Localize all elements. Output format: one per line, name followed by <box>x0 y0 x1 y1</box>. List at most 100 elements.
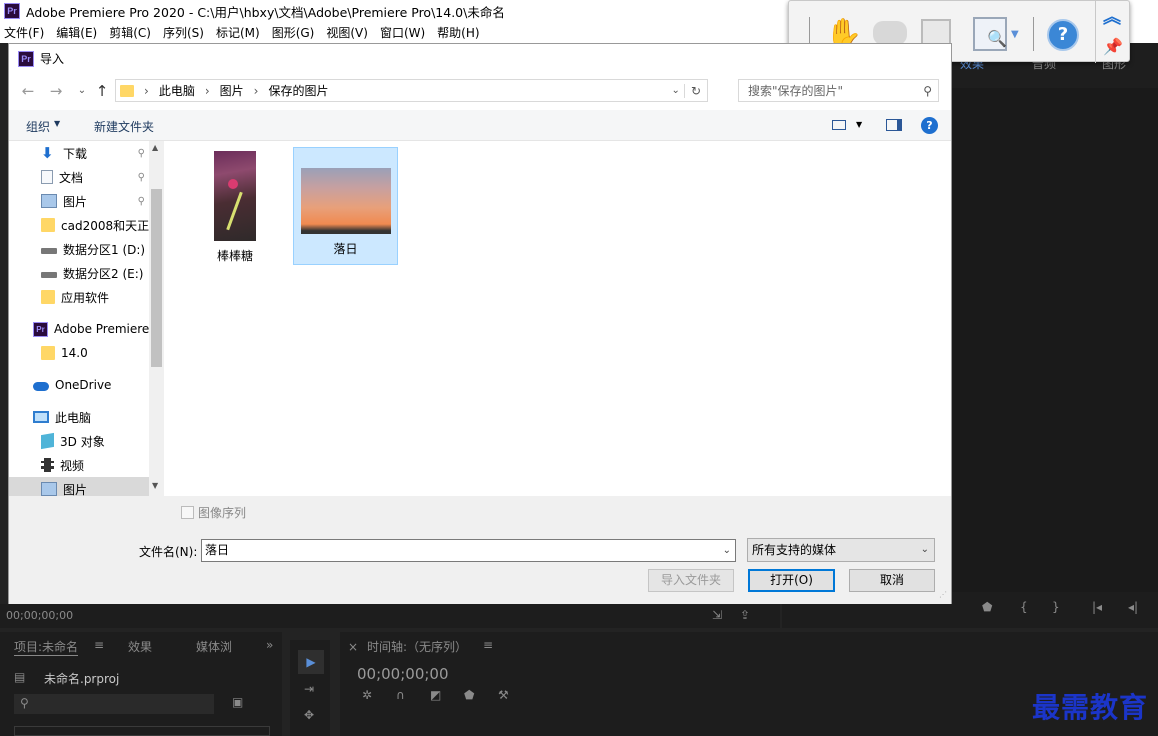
tab-project[interactable]: 项目:未命名 <box>14 638 79 656</box>
step-back-icon[interactable]: ◂| <box>1128 600 1138 614</box>
menu-file[interactable]: 文件(F) <box>4 24 44 41</box>
nav-item-apps[interactable]: 应用软件 <box>9 285 149 309</box>
project-list <box>14 726 270 736</box>
recent-dropdown-icon[interactable]: ⌄ <box>73 82 91 100</box>
zoom-document-icon[interactable]: 🔍 <box>973 17 1007 51</box>
new-bin-icon[interactable]: ▣ <box>232 695 243 709</box>
up-arrow-icon[interactable]: ↑ <box>93 82 111 100</box>
image-sequence-checkbox[interactable] <box>181 506 194 519</box>
import-dialog: Pr 导入 ← → ⌄ ↑ › 此电脑 › 图片 › 保存的图片 ⌄ ↻ 搜索"… <box>8 43 952 604</box>
tab-effects-panel[interactable]: 效果 <box>128 638 152 655</box>
selection-tool-icon[interactable]: ▶ <box>298 650 324 674</box>
menu-edit[interactable]: 编辑(E) <box>56 24 97 41</box>
go-to-in-icon[interactable]: |◂ <box>1092 600 1102 614</box>
search-input[interactable]: 搜索"保存的图片" ⚲ <box>738 79 939 102</box>
nav-item-this-pc[interactable]: 此电脑 <box>9 405 149 429</box>
tab-project-menu-icon[interactable]: ≡ <box>94 638 104 652</box>
menu-window[interactable]: 窗口(W) <box>380 24 425 41</box>
snap-icon[interactable]: ✲ <box>362 688 372 702</box>
nav-scrollbar[interactable]: ▲ ▼ <box>149 141 164 496</box>
new-folder-button[interactable]: 新建文件夹 <box>94 118 154 135</box>
pin-icon: ⚲ <box>137 171 145 183</box>
project-file-name: 未命名.prproj <box>44 672 120 686</box>
nav-item-3d-objects[interactable]: 3D 对象 <box>9 429 149 453</box>
preview-pane-icon[interactable] <box>886 119 902 131</box>
file-item-lollipop[interactable]: 棒棒糖 <box>186 149 284 265</box>
pin-icon[interactable]: 📌 <box>1103 37 1123 56</box>
timeline-menu-icon[interactable]: ≡ <box>483 638 493 652</box>
back-arrow-icon[interactable]: ← <box>19 82 37 100</box>
linked-selection-icon[interactable]: ∩ <box>396 688 405 702</box>
add-marker-icon[interactable]: ◩ <box>430 688 441 702</box>
search-icon: ⚲ <box>923 83 932 98</box>
breadcrumb-this-pc[interactable]: 此电脑 <box>159 82 195 99</box>
resize-grip-icon[interactable]: ⋰ <box>939 590 947 599</box>
nav-item-label: Adobe Premiere <box>54 322 150 336</box>
nav-item-onedrive[interactable]: OneDrive <box>9 373 149 397</box>
nav-item-14[interactable]: 14.0 <box>9 341 149 365</box>
view-options-icon[interactable] <box>832 120 846 130</box>
tab-media-browser[interactable]: 媒体浏 <box>196 638 232 655</box>
track-select-icon[interactable]: ⇥ <box>304 682 314 696</box>
scroll-up-icon[interactable]: ▲ <box>152 143 158 152</box>
filetype-dropdown-icon[interactable]: ⌄ <box>921 539 929 561</box>
wrench-icon[interactable]: ⚒ <box>498 688 509 702</box>
out-point-icon[interactable]: } <box>1052 600 1060 614</box>
nav-item-pictures-selected[interactable]: 图片 <box>9 477 149 496</box>
export-frame-icon[interactable]: ⇲ <box>712 608 722 622</box>
scroll-down-icon[interactable]: ▼ <box>152 481 158 490</box>
nav-item-pictures[interactable]: 图片 ⚲ <box>9 189 149 213</box>
share-icon[interactable]: ⇪ <box>740 608 750 622</box>
scroll-thumb[interactable] <box>151 189 162 367</box>
menu-graphics[interactable]: 图形(G) <box>272 24 315 41</box>
filename-input[interactable]: 落日 ⌄ <box>201 539 736 562</box>
comment-icon[interactable] <box>873 21 907 45</box>
nav-item-label: cad2008和天正 <box>61 218 150 233</box>
menu-help[interactable]: 帮助(H) <box>437 24 479 41</box>
zoom-dropdown-icon[interactable]: ▼ <box>1011 29 1019 40</box>
open-button[interactable]: 打开(O) <box>748 569 835 592</box>
dialog-footer: 图像序列 文件名(N): 落日 ⌄ 所有支持的媒体 ⌄ 导入文件夹 打开(O) … <box>9 496 951 604</box>
close-timeline-icon[interactable]: × <box>348 640 358 654</box>
nav-item-adobe-premiere[interactable]: Pr Adobe Premiere <box>9 317 149 341</box>
breadcrumb-pictures[interactable]: 图片 <box>220 82 244 99</box>
download-icon: ⬇ <box>41 144 54 162</box>
filetype-select[interactable]: 所有支持的媒体 ⌄ <box>747 538 935 562</box>
address-dropdown-icon[interactable]: ⌄ <box>672 85 680 96</box>
import-folder-button[interactable]: 导入文件夹 <box>648 569 734 592</box>
project-search-input[interactable]: ⚲ <box>14 694 214 714</box>
cancel-button[interactable]: 取消 <box>849 569 935 592</box>
premiere-icon: Pr <box>33 321 48 337</box>
pin-icon: ⚲ <box>137 195 145 207</box>
menu-sequence[interactable]: 序列(S) <box>163 24 204 41</box>
filename-dropdown-icon[interactable]: ⌄ <box>723 540 731 561</box>
collapse-up-icon[interactable]: ︽ <box>1103 3 1121 29</box>
refresh-icon[interactable]: ↻ <box>683 83 707 98</box>
menu-clip[interactable]: 剪辑(C) <box>109 24 151 41</box>
marker-icon[interactable]: ⬟ <box>982 600 992 614</box>
nav-item-drive-e[interactable]: 数据分区2 (E:) <box>9 261 149 285</box>
address-bar[interactable]: › 此电脑 › 图片 › 保存的图片 ⌄ ↻ <box>115 79 708 102</box>
nav-item-cad[interactable]: cad2008和天正 <box>9 213 149 237</box>
file-item-sunset[interactable]: 落日 <box>293 147 398 265</box>
nav-item-label: 视频 <box>60 458 85 473</box>
timeline-marker-icon[interactable]: ⬟ <box>464 688 474 702</box>
ripple-edit-icon[interactable]: ✥ <box>304 708 314 722</box>
help-icon[interactable]: ? <box>1047 19 1079 51</box>
file-name: 棒棒糖 <box>216 249 253 263</box>
organize-dropdown-icon[interactable]: ▼ <box>54 119 60 128</box>
nav-item-videos[interactable]: 视频 <box>9 453 149 477</box>
nav-item-drive-d[interactable]: 数据分区1 (D:) <box>9 237 149 261</box>
in-point-icon[interactable]: { <box>1020 600 1028 614</box>
menu-marker[interactable]: 标记(M) <box>216 24 260 41</box>
file-name: 落日 <box>333 242 358 256</box>
menu-view[interactable]: 视图(V) <box>326 24 368 41</box>
nav-item-documents[interactable]: 文档 ⚲ <box>9 165 149 189</box>
nav-item-downloads[interactable]: ⬇ 下载 ⚲ <box>9 141 149 165</box>
help-icon[interactable]: ? <box>921 117 938 134</box>
breadcrumb-saved-pictures[interactable]: 保存的图片 <box>268 82 328 99</box>
more-tabs-icon[interactable]: » <box>266 638 273 652</box>
organize-button[interactable]: 组织 <box>26 118 50 135</box>
view-dropdown-icon[interactable]: ▼ <box>856 120 862 129</box>
forward-arrow-icon[interactable]: → <box>47 82 65 100</box>
